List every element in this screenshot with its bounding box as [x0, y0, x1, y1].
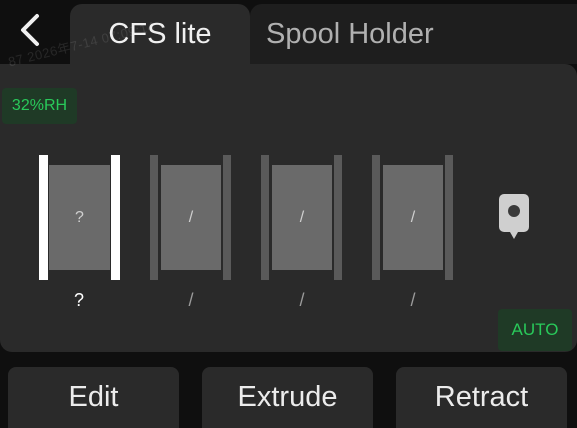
retract-button[interactable]: Retract [396, 367, 567, 428]
tab-spool-holder[interactable]: Spool Holder [250, 4, 577, 64]
slot-label-2: / [188, 290, 194, 310]
back-arrow-icon [21, 14, 39, 46]
nozzle-icon [499, 194, 529, 239]
slot-label-4: / [410, 290, 416, 310]
slot-frame-right [445, 155, 453, 280]
slot-frame-right [334, 155, 342, 280]
slot-spool: / [383, 165, 443, 270]
slot-inner-text: / [410, 208, 416, 226]
humidity-badge: 32%RH [2, 88, 77, 124]
slot-frame-right [223, 155, 231, 280]
slot-label-3: / [299, 290, 305, 310]
slot-inner-text: / [299, 208, 305, 226]
slot-frame-right [111, 155, 120, 280]
slot-frame-left [150, 155, 158, 280]
extrude-button[interactable]: Extrude [202, 367, 373, 428]
edit-button[interactable]: Edit [8, 367, 179, 428]
auto-mode-badge[interactable]: AUTO [498, 309, 572, 351]
slot-label-1: ? [73, 290, 84, 310]
slot-frame-left [261, 155, 269, 280]
filament-slot-2[interactable]: / [150, 155, 232, 280]
slot-spool: / [272, 165, 332, 270]
filament-slot-3[interactable]: / [261, 155, 343, 280]
filament-slot-1[interactable]: ? [39, 155, 120, 280]
slot-inner-text: ? [75, 208, 84, 226]
slot-spool: / [161, 165, 221, 270]
filament-slot-4[interactable]: / [372, 155, 454, 280]
slot-inner-text: / [188, 208, 194, 226]
slot-spool: ? [49, 165, 110, 270]
slot-frame-left [39, 155, 48, 280]
slot-frame-left [372, 155, 380, 280]
